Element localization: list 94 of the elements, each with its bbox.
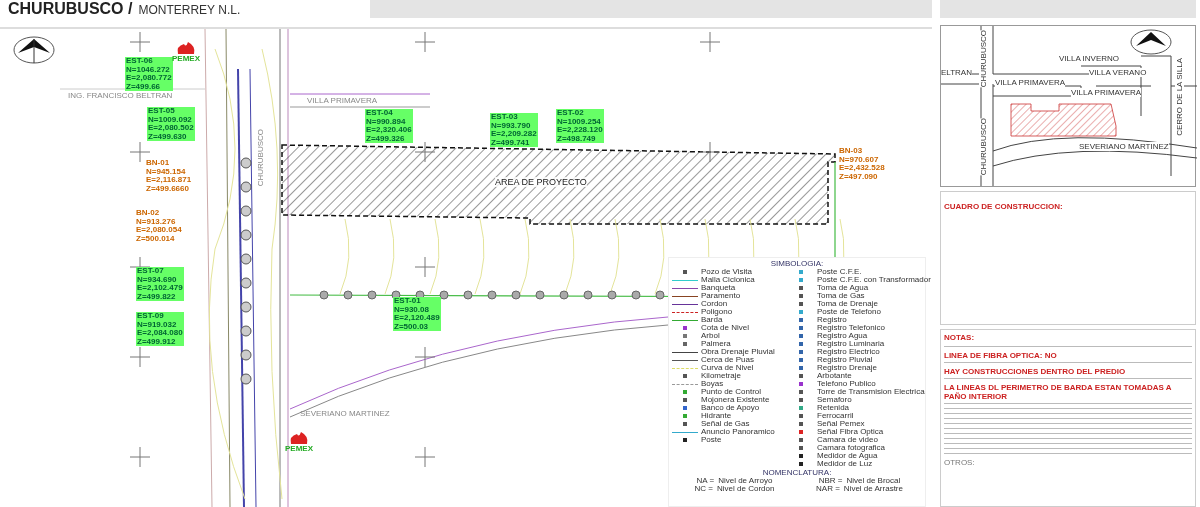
legend-label: Anuncio Panoramico	[701, 428, 775, 436]
legend-label: Kilometraje	[701, 372, 741, 380]
legend-label: Poligono	[701, 308, 733, 316]
legend-label: Torre de Transmision Electrica	[817, 388, 925, 396]
project-area-label: AREA DE PROYECTO	[495, 177, 587, 187]
legend-label: Banqueta	[701, 284, 736, 292]
legend-label: Camara de video	[817, 436, 878, 444]
nomenclature-text: Nivel de Arrastre	[843, 485, 903, 493]
legend-label: Obra Drenaje Pluvial	[701, 348, 775, 356]
legend-label: Arbotante	[817, 372, 852, 380]
legend-label: Telefono Publico	[817, 380, 876, 388]
legend-label: Señal Pemex	[817, 420, 865, 428]
legend-label: Registro Agua	[817, 332, 868, 340]
flame-logo-icon	[176, 42, 196, 54]
street-name: VILLA PRIMAVERA	[1071, 88, 1142, 97]
legend-label: Registro Drenaje	[817, 364, 878, 372]
legend-label: Pozo de Visita	[701, 268, 752, 276]
legend-label: Malla Ciclonica	[701, 276, 755, 284]
legend-label: Semaforo	[817, 396, 852, 404]
legend-label: Punto de Control	[701, 388, 762, 396]
nomenclature-code: NC =	[694, 485, 714, 493]
legend-label: Toma de Agua	[817, 284, 869, 292]
street-name: SEVERIANO MARTINEZ	[300, 409, 390, 418]
legend-label: Curva de Nivel	[701, 364, 754, 372]
street-name: VILLA VERANO	[1089, 68, 1147, 77]
legend-label: Poste	[701, 436, 722, 444]
survey-station-label: EST-07 N=934.690 E=2,102.479 Z=499.822	[136, 267, 184, 301]
legend-label: Registro Telefonico	[817, 324, 885, 332]
survey-station-label: BN-01 N=945.154 E=2,116.871 Z=499.6660	[145, 159, 193, 193]
street-name: VILLA INVERNO	[1059, 54, 1120, 63]
legend-label: Palmera	[701, 340, 731, 348]
legend-title: SIMBOLOGIA:	[770, 259, 824, 268]
street-name: VILLA PRIMAVERA	[307, 96, 378, 105]
legend-label: Medidor de Agua	[817, 452, 878, 460]
nomenclature-code: NA =	[696, 477, 715, 485]
street-name: SEVERIANO MARTINEZ	[1079, 142, 1169, 151]
nomenclature-code: NBR =	[818, 477, 843, 485]
legend-label: Retenida	[817, 404, 850, 412]
legend-label: Poste de Telefono	[817, 308, 881, 316]
street-name: ING. FRANCISCO BELTRAN	[68, 91, 173, 100]
logo-text: PEMEX	[285, 444, 313, 453]
nomenclature-text: Nivel de Brocal	[846, 477, 901, 485]
survey-station-label: EST-09 N=919.032 E=2,084.080 Z=499.912	[136, 312, 184, 346]
construction-title: CUADRO DE CONSTRUCCION:	[944, 202, 1063, 211]
street-name: CERRO DE LA SILLA	[1175, 58, 1184, 136]
legend-label: Registro Pluvial	[817, 356, 873, 364]
sheet-title: CHURUBUSCO /	[8, 0, 133, 18]
legend-label: Cota de Nivel	[701, 324, 750, 332]
street-name: CHURUBUSCO	[256, 129, 265, 187]
survey-station-label: BN-02 N=913.276 E=2,080.054 Z=500.014	[135, 209, 183, 243]
legend-label: Barda	[701, 316, 723, 324]
sheet-subtitle: MONTERREY N.L.	[138, 3, 241, 17]
note-text: LA LINEAS DL PERIMETRO DE BARDA ESTAN TOMADAS A PAÑO INTERIOR	[944, 383, 1192, 404]
survey-station-label: EST-05 N=1009.092 E=2,080.502 Z=499.630	[147, 107, 195, 141]
nomenclature-title: NOMENCLATURA:	[762, 468, 832, 477]
note-text: LINEA DE FIBRA OPTICA: NO	[944, 351, 1192, 363]
legend-label: Medidor de Luz	[817, 460, 873, 468]
street-name: CHURUBUSCO	[979, 30, 988, 88]
survey-station-label: BN-03 N=970.607 E=2,432.528 Z=497.090	[838, 147, 886, 181]
note-text: HAY CONSTRUCCIONES DENTRO DEL PREDIO	[944, 367, 1192, 379]
legend-label: Señal de Gas	[701, 420, 750, 428]
legend-label: Señal Fibra Optica	[817, 428, 884, 436]
street-name: VILLA PRIMAVERA	[995, 78, 1066, 87]
others-label: OTROS:	[944, 458, 976, 467]
legend-label: Paramento	[701, 292, 741, 300]
legend-label: Arbol	[701, 332, 720, 340]
survey-station-label: EST-01 N=930.08 E=2,120.489 Z=500.03	[393, 297, 441, 331]
legend-label: Poste C.F.E. con Transformador	[817, 276, 931, 284]
nomenclature-text: Nivel de Arroyo	[718, 477, 773, 485]
nomenclature-code: NAR =	[816, 485, 840, 493]
nomenclature-text: Nivel de Cordon	[717, 485, 775, 493]
legend-label: Poste C.F.E.	[817, 268, 862, 276]
legend-label: Ferrocarril	[817, 412, 854, 420]
legend-label: Hidrante	[701, 412, 732, 420]
legend-label: Mojonera Existente	[701, 396, 770, 404]
legend-label: Registro Electrico	[817, 348, 880, 356]
survey-station-label: EST-02 N=1009.254 E=2,228.120 Z=498.749	[556, 109, 604, 143]
street-name: CHURUBUSCO	[979, 118, 988, 176]
legend-label: Registro	[817, 316, 847, 324]
survey-station-label: EST-03 N=993.790 E=2,209.282 Z=499.741	[490, 113, 538, 147]
flame-logo-icon	[289, 432, 309, 444]
survey-station-label: EST-04 N=990.894 E=2,320.406 Z=499.326	[365, 109, 413, 143]
street-name: ELTRAN	[941, 68, 972, 77]
legend-label: Registro Luminaria	[817, 340, 885, 348]
survey-station-label: EST-06 N=1046.272 E=2,080.772 Z=499.66	[125, 57, 173, 91]
legend-label: Banco de Apoyo	[701, 404, 760, 412]
logo-text: PEMEX	[172, 54, 200, 63]
legend-label: Boyas	[701, 380, 724, 388]
legend-label: Camara fotografica	[817, 444, 886, 452]
legend-label: Toma de Drenaje	[817, 300, 878, 308]
legend-label: Cordon	[701, 300, 728, 308]
legend-label: Cerca de Puas	[701, 356, 754, 364]
notes-title: NOTAS:	[944, 333, 976, 342]
legend-label: Toma de Gas	[817, 292, 865, 300]
